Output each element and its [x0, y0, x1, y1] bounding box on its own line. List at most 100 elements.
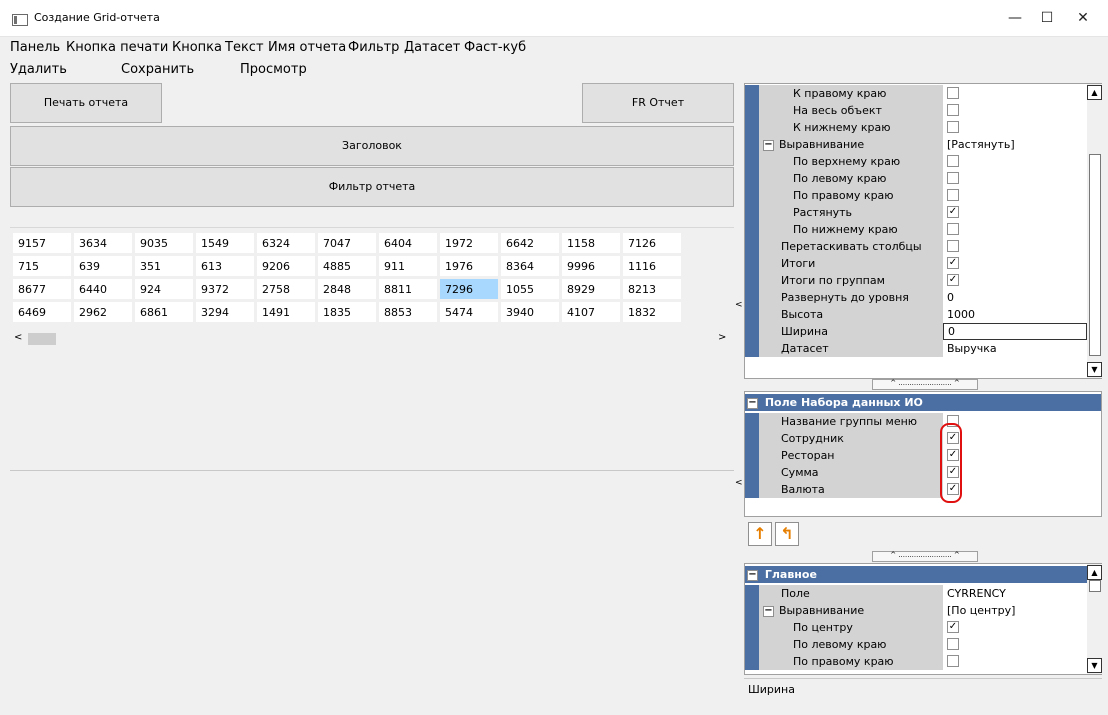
- checkbox-icon[interactable]: [947, 189, 959, 201]
- property-grid-fields[interactable]: − Поле Набора данных ИО Название группы …: [744, 391, 1102, 517]
- property-value[interactable]: ✓: [943, 464, 1101, 481]
- save-button[interactable]: Сохранить: [121, 62, 194, 77]
- property-row[interactable]: Ресторан ✓: [745, 447, 1101, 464]
- property-value[interactable]: 0: [943, 323, 1087, 340]
- checkbox-icon[interactable]: [947, 638, 959, 650]
- collapse-icon[interactable]: −: [763, 605, 774, 617]
- property-value[interactable]: Выручка: [943, 340, 1087, 357]
- scroll-right-icon[interactable]: >: [718, 332, 726, 343]
- scroll-down-icon[interactable]: ▼: [1087, 658, 1102, 673]
- property-value[interactable]: [943, 170, 1087, 187]
- grid-cell[interactable]: 3634: [74, 233, 132, 253]
- move-up-button[interactable]: ↑: [748, 522, 772, 546]
- preview-button[interactable]: Просмотр: [240, 62, 307, 77]
- grid-cell[interactable]: 715: [13, 256, 71, 276]
- report-header[interactable]: Заголовок: [10, 126, 734, 166]
- report-filter[interactable]: Фильтр отчета: [10, 167, 734, 207]
- grid-cell[interactable]: 6324: [257, 233, 315, 253]
- grid-cell[interactable]: 1549: [196, 233, 254, 253]
- grid-cell[interactable]: 8811: [379, 279, 437, 299]
- property-row[interactable]: Валюта ✓: [745, 481, 1101, 498]
- menu-print-button[interactable]: Кнопка печати: [66, 40, 168, 55]
- property-value[interactable]: 0: [943, 289, 1087, 306]
- collapse-icon[interactable]: −: [747, 569, 758, 581]
- grid-cell[interactable]: 2848: [318, 279, 376, 299]
- grid-cell[interactable]: 6469: [13, 302, 71, 322]
- collapse-left-icon-2[interactable]: <: [735, 478, 743, 488]
- grid-cell[interactable]: 613: [196, 256, 254, 276]
- property-value[interactable]: ✓: [943, 255, 1087, 272]
- property-row[interactable]: Сумма ✓: [745, 464, 1101, 481]
- grid-cell[interactable]: 6861: [135, 302, 193, 322]
- grid-cell[interactable]: 7126: [623, 233, 681, 253]
- property-value[interactable]: [943, 238, 1087, 255]
- checked-checkbox-icon[interactable]: ✓: [947, 257, 959, 269]
- menu-button[interactable]: Кнопка: [172, 40, 222, 55]
- grid-cell[interactable]: 1976: [440, 256, 498, 276]
- scroll-up-icon[interactable]: ▲: [1087, 85, 1102, 100]
- checkbox-icon[interactable]: [947, 240, 959, 252]
- property-value[interactable]: 1000: [943, 306, 1087, 323]
- grid-cell[interactable]: 6440: [74, 279, 132, 299]
- property-row[interactable]: По левому краю: [745, 636, 1087, 653]
- property-value[interactable]: [943, 636, 1087, 653]
- property-row[interactable]: По правому краю: [745, 653, 1087, 670]
- grid-cell[interactable]: 6404: [379, 233, 437, 253]
- collapse-icon[interactable]: −: [747, 397, 758, 409]
- property-row[interactable]: По верхнему краю: [745, 153, 1087, 170]
- property-row[interactable]: Название группы меню: [745, 413, 1101, 430]
- grid-cell[interactable]: 8929: [562, 279, 620, 299]
- collapse-icon[interactable]: −: [763, 139, 774, 151]
- property-row[interactable]: По центру ✓: [745, 619, 1087, 636]
- property-row[interactable]: Итоги по группам ✓: [745, 272, 1087, 289]
- property-row[interactable]: К нижнему краю: [745, 119, 1087, 136]
- grid-cell[interactable]: 9157: [13, 233, 71, 253]
- property-value[interactable]: ✓: [943, 204, 1087, 221]
- grid-cell[interactable]: 8364: [501, 256, 559, 276]
- checked-checkbox-icon[interactable]: ✓: [947, 621, 959, 633]
- property-value[interactable]: ✓: [943, 619, 1087, 636]
- scroll-up-icon[interactable]: ▲: [1087, 565, 1102, 580]
- property-row[interactable]: Ширина 0: [745, 323, 1087, 340]
- checkbox-icon[interactable]: [947, 121, 959, 133]
- delete-button[interactable]: Удалить: [10, 62, 67, 77]
- grid-cell[interactable]: 8853: [379, 302, 437, 322]
- property-grid-main[interactable]: К правому краю На весь объект К нижнему кр…: [744, 83, 1102, 379]
- property-scrollbar[interactable]: ▲ ▼: [1087, 84, 1102, 378]
- property-row[interactable]: По правому краю: [745, 187, 1087, 204]
- scroll-down-icon[interactable]: ▼: [1087, 362, 1102, 377]
- checkbox-icon[interactable]: [947, 155, 959, 167]
- scroll-thumb[interactable]: [1089, 580, 1101, 592]
- property-row[interactable]: По левому краю: [745, 170, 1087, 187]
- grid-cell[interactable]: 4885: [318, 256, 376, 276]
- checkbox-icon[interactable]: [947, 223, 959, 235]
- scroll-left-icon[interactable]: <: [14, 332, 22, 343]
- fields-category-header[interactable]: − Поле Набора данных ИО: [745, 394, 1101, 411]
- property-row[interactable]: Развернуть до уровня 0: [745, 289, 1087, 306]
- property-row[interactable]: Датасет Выручка: [745, 340, 1087, 357]
- property-value[interactable]: ✓: [943, 447, 1101, 464]
- grid-cell[interactable]: 1116: [623, 256, 681, 276]
- horizontal-scrollbar[interactable]: < >: [10, 331, 734, 348]
- property-row[interactable]: Растянуть ✓: [745, 204, 1087, 221]
- grid-cell[interactable]: 351: [135, 256, 193, 276]
- property-value[interactable]: ✓: [943, 272, 1087, 289]
- collapse-left-icon[interactable]: <: [735, 300, 743, 310]
- menu-dataset[interactable]: Датасет: [404, 40, 460, 55]
- checkbox-icon[interactable]: [947, 172, 959, 184]
- checked-checkbox-icon[interactable]: ✓: [947, 206, 959, 218]
- grid-cell[interactable]: 1835: [318, 302, 376, 322]
- grid-cell[interactable]: 5474: [440, 302, 498, 322]
- grid-cell[interactable]: 9035: [135, 233, 193, 253]
- property-value[interactable]: [По центру]: [943, 602, 1087, 619]
- property-value[interactable]: [943, 187, 1087, 204]
- grid-cell[interactable]: 1158: [562, 233, 620, 253]
- property-row[interactable]: На весь объект: [745, 102, 1087, 119]
- grid-cell[interactable]: 3940: [501, 302, 559, 322]
- property-grid-general[interactable]: − Главное Поле CYRRENCY − Выравнивание [По ц…: [744, 563, 1102, 675]
- grid-cell[interactable]: 639: [74, 256, 132, 276]
- menu-fast-cube[interactable]: Фаст-куб: [464, 40, 526, 55]
- print-report-button[interactable]: Печать отчета: [10, 83, 162, 123]
- menu-filter[interactable]: Фильтр: [348, 40, 399, 55]
- close-button[interactable]: ✕: [1060, 0, 1106, 36]
